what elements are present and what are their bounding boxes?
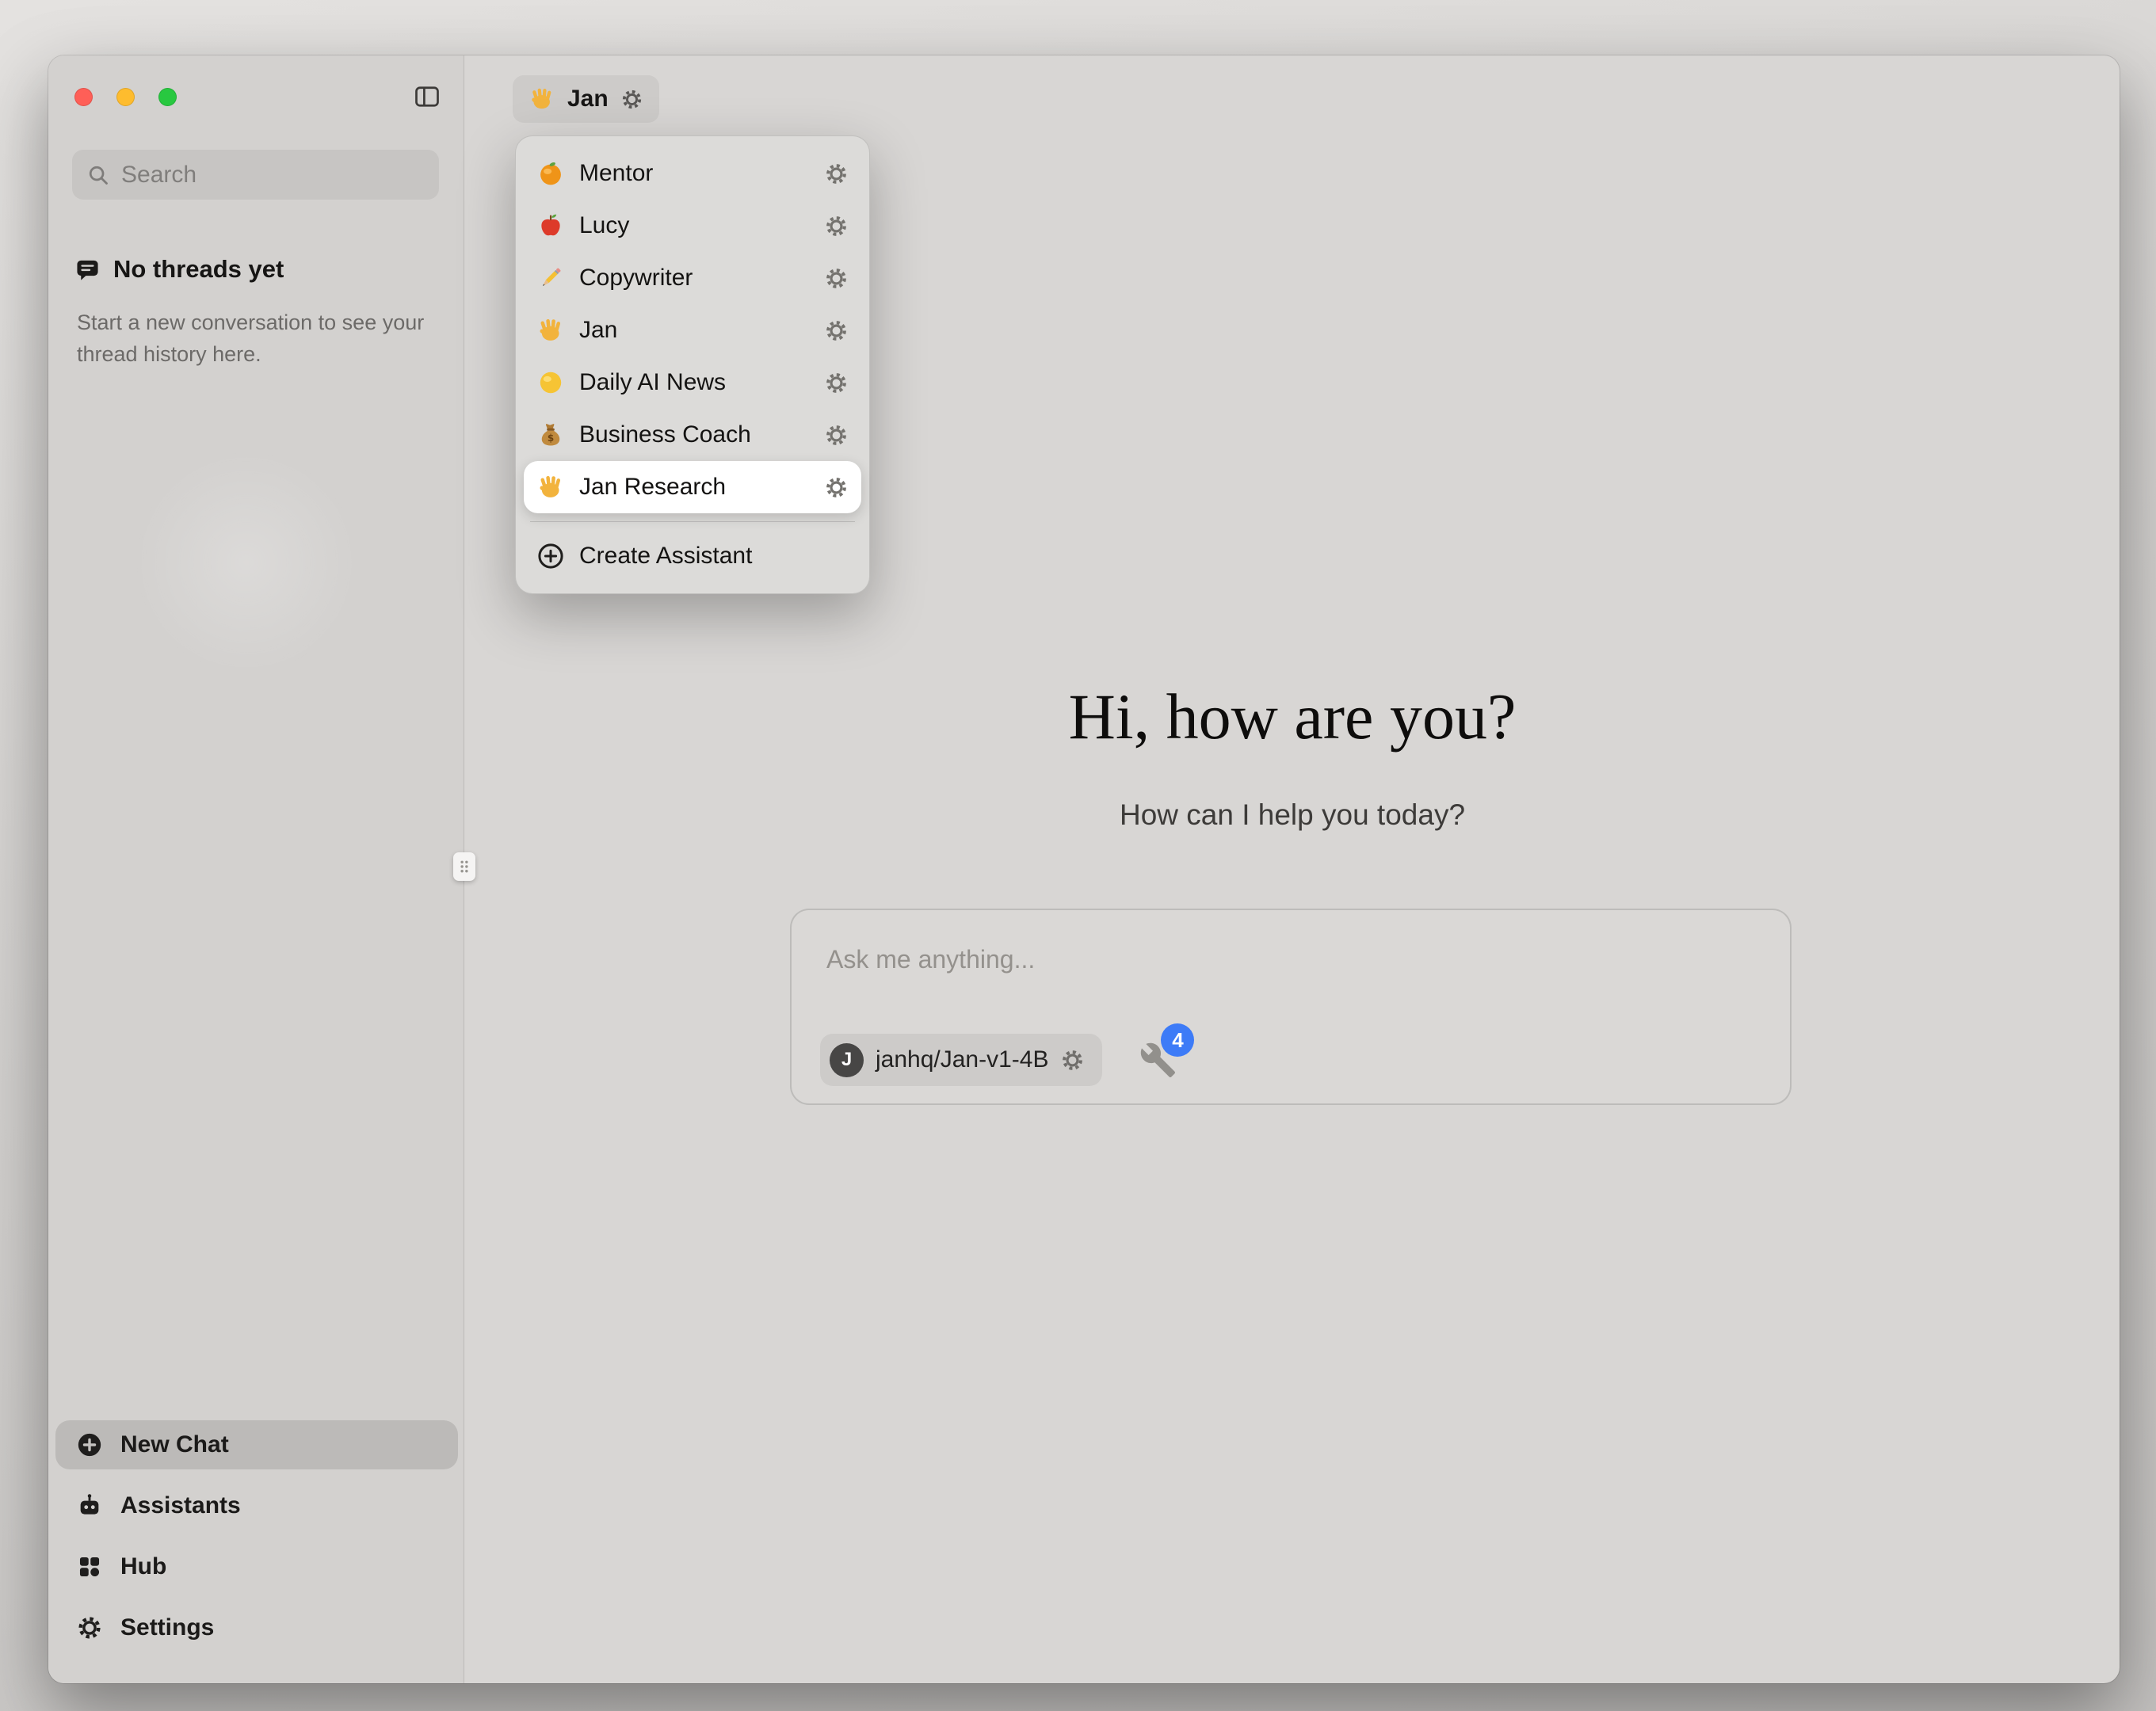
model-name: janhq/Jan-v1-4B <box>876 1046 1048 1073</box>
sidebar-item-new-chat[interactable]: New Chat <box>55 1420 458 1469</box>
sidebar-bottom-nav: New Chat Assistants Hub Settings <box>55 1420 458 1652</box>
composer-toolbar: J janhq/Jan-v1-4B 4 <box>820 1034 1177 1086</box>
search-icon <box>86 163 110 187</box>
empty-title-text: No threads yet <box>113 255 284 284</box>
nav-label: Settings <box>120 1614 214 1641</box>
nav-label: Assistants <box>120 1492 241 1519</box>
nav-label: New Chat <box>120 1431 229 1458</box>
assistant-name: Jan <box>567 86 609 112</box>
gear-icon[interactable] <box>824 162 849 186</box>
model-avatar: J <box>830 1043 864 1077</box>
close-button[interactable] <box>74 88 93 106</box>
wave-icon <box>536 316 565 345</box>
robot-icon <box>76 1492 103 1519</box>
sidebar-item-settings[interactable]: Settings <box>55 1603 458 1652</box>
menu-item-label: Create Assistant <box>579 543 849 570</box>
orange-icon <box>536 159 565 188</box>
gear-icon[interactable] <box>824 266 849 291</box>
search-field[interactable] <box>72 150 439 200</box>
menu-item-label: Daily AI News <box>579 369 810 396</box>
gear-icon[interactable] <box>824 475 849 500</box>
menu-item-create-assistant[interactable]: Create Assistant <box>524 530 861 582</box>
gear-icon <box>76 1614 103 1641</box>
assistant-selector-chip[interactable]: Jan <box>513 75 659 123</box>
sidebar-item-assistants[interactable]: Assistants <box>55 1481 458 1530</box>
yellow-circle-icon <box>536 368 565 397</box>
search-input[interactable] <box>121 162 425 189</box>
zoom-button[interactable] <box>158 88 177 106</box>
wave-icon <box>536 473 565 501</box>
tools-button[interactable]: 4 <box>1139 1041 1177 1079</box>
chat-bubble-icon <box>74 257 101 283</box>
menu-item-business-coach[interactable]: Business Coach <box>524 409 861 461</box>
menu-item-copywriter[interactable]: Copywriter <box>524 252 861 304</box>
menu-item-jan[interactable]: Jan <box>524 304 861 356</box>
chat-input[interactable] <box>826 945 1540 974</box>
sidebar-resize-handle[interactable] <box>453 852 475 881</box>
gear-icon[interactable] <box>824 423 849 448</box>
menu-item-label: Copywriter <box>579 265 810 292</box>
empty-state-subtitle: Start a new conversation to see your thr… <box>77 307 435 371</box>
model-selector-chip[interactable]: J janhq/Jan-v1-4B <box>820 1034 1102 1086</box>
sidebar-toggle-icon[interactable] <box>412 82 442 111</box>
window-controls <box>74 88 177 106</box>
pencil-icon <box>536 264 565 292</box>
menu-item-label: Business Coach <box>579 421 810 448</box>
plus-circle-outline-icon <box>536 542 565 570</box>
main-area: Jan Mentor Lucy Copywriter Jan <box>465 55 2120 1683</box>
menu-item-label: Mentor <box>579 160 810 187</box>
app-window: No threads yet Start a new conversation … <box>48 55 2120 1683</box>
sidebar-item-hub[interactable]: Hub <box>55 1542 458 1591</box>
sidebar: No threads yet Start a new conversation … <box>48 55 464 1683</box>
chat-composer[interactable]: J janhq/Jan-v1-4B 4 <box>790 909 1792 1105</box>
gear-icon[interactable] <box>620 88 643 111</box>
apple-icon <box>536 211 565 240</box>
grip-dots-icon <box>458 858 471 875</box>
greeting-subtitle: How can I help you today? <box>465 798 2120 832</box>
menu-item-label: Jan <box>579 317 810 344</box>
menu-item-label: Jan Research <box>579 474 810 501</box>
gear-icon[interactable] <box>1060 1048 1085 1073</box>
gear-icon[interactable] <box>824 214 849 238</box>
money-bag-icon <box>536 421 565 449</box>
gear-icon[interactable] <box>824 318 849 343</box>
menu-item-label: Lucy <box>579 212 810 239</box>
gear-icon[interactable] <box>824 371 849 395</box>
wave-icon <box>529 86 555 112</box>
assistant-dropdown-menu: Mentor Lucy Copywriter Jan Daily AI News <box>515 135 870 594</box>
menu-item-daily-ai-news[interactable]: Daily AI News <box>524 356 861 409</box>
tools-count-badge: 4 <box>1161 1023 1194 1057</box>
menu-item-jan-research[interactable]: Jan Research <box>524 461 861 513</box>
grid-icon <box>76 1553 103 1580</box>
nav-label: Hub <box>120 1553 166 1580</box>
menu-divider <box>530 521 855 522</box>
empty-state-title: No threads yet <box>74 255 284 284</box>
plus-circle-icon <box>76 1431 103 1458</box>
greeting-title: Hi, how are you? <box>465 680 2120 754</box>
minimize-button[interactable] <box>116 88 135 106</box>
menu-item-lucy[interactable]: Lucy <box>524 200 861 252</box>
menu-item-mentor[interactable]: Mentor <box>524 147 861 200</box>
